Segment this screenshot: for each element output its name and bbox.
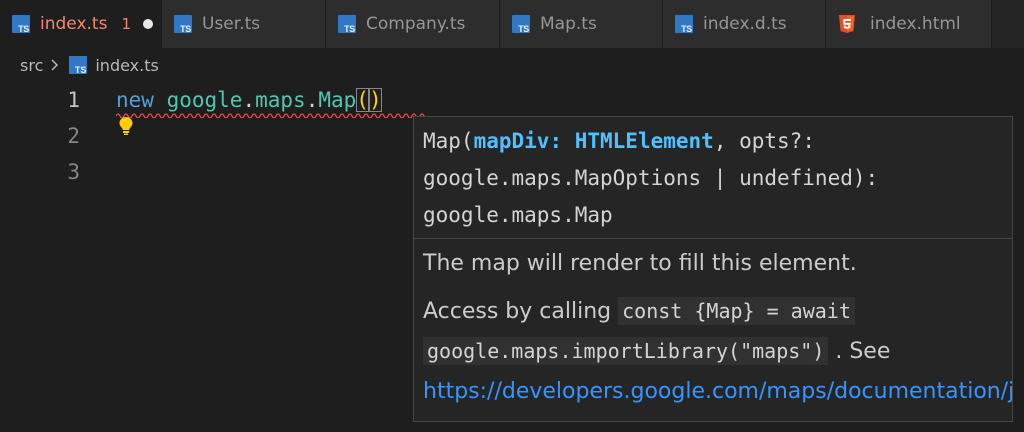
breadcrumb-file[interactable]: index.ts — [95, 56, 158, 75]
signature-text: google.maps.MapOptions | undefined): — [423, 166, 879, 190]
inline-code: const {Map} = await — [618, 297, 855, 325]
hover-divider — [414, 238, 1012, 239]
tab-label: index.html — [870, 14, 961, 34]
typescript-icon: TS — [512, 15, 530, 34]
problem-count-badge: 1 — [121, 15, 131, 33]
param-name: mapDiv — [473, 129, 550, 153]
signature-colon: : — [549, 129, 575, 153]
doc-link[interactable]: https://developers.google.com/maps/docum… — [423, 379, 1012, 404]
chevron-right-icon — [51, 59, 59, 71]
dot-token: . — [242, 88, 256, 112]
typescript-icon: TS — [675, 15, 693, 34]
doc-text-line: google.maps.importLibrary("maps") . See — [423, 337, 891, 365]
breadcrumb: src TS index.ts — [0, 48, 1024, 82]
tab-label: Company.ts — [366, 14, 466, 34]
tab-index-d-ts[interactable]: TS index.d.ts — [663, 0, 826, 48]
line-number: 1 — [67, 88, 80, 112]
tab-label: Map.ts — [540, 14, 597, 34]
namespace-token: google — [166, 88, 243, 112]
tab-company-ts[interactable]: TS Company.ts — [326, 0, 500, 48]
tab-index-html[interactable]: index.html — [826, 0, 992, 48]
typescript-icon: TS — [174, 15, 192, 34]
open-paren-token: ( — [356, 88, 369, 112]
typescript-icon: TS — [12, 15, 30, 34]
unsaved-dot-icon[interactable] — [142, 19, 153, 29]
tab-user-ts[interactable]: TS User.ts — [162, 0, 326, 48]
line-number: 2 — [67, 124, 80, 148]
keyword-token: new — [116, 88, 154, 112]
namespace-token: maps — [255, 88, 306, 112]
typescript-icon: TS — [338, 15, 356, 34]
html5-icon — [839, 15, 855, 33]
signature-text: , opts?: — [713, 129, 815, 153]
tab-label: User.ts — [202, 14, 261, 34]
tab-index-ts[interactable]: TS index.ts 1 — [0, 0, 162, 48]
editor-tab-bar: TS index.ts 1 TS User.ts TS Company.ts T… — [0, 0, 1024, 48]
close-paren-token: ) — [368, 88, 382, 112]
tab-label: index.ts — [40, 14, 108, 34]
inline-code: google.maps.importLibrary("maps") — [423, 337, 829, 365]
signature-text: google.maps.Map — [423, 203, 613, 227]
signature-text: Map( — [423, 129, 474, 153]
param-type: HTMLElement — [574, 129, 714, 153]
signature-block: Map(mapDiv: HTMLElement, opts?: google.m… — [423, 123, 1003, 234]
doc-text: . See — [835, 339, 891, 364]
hover-tooltip: Map(mapDiv: HTMLElement, opts?: google.m… — [413, 116, 1013, 422]
doc-text-line: Access by calling const {Map} = await — [423, 297, 855, 325]
dot-token: . — [305, 88, 319, 112]
line-number: 3 — [67, 160, 80, 184]
error-squiggle — [116, 113, 429, 118]
doc-text: The map will render to fill this element… — [423, 251, 857, 276]
doc-text: Access by calling — [423, 299, 612, 324]
typescript-icon: TS — [69, 56, 88, 75]
tab-map-ts[interactable]: TS Map.ts — [500, 0, 663, 48]
breadcrumb-folder[interactable]: src — [20, 56, 43, 75]
class-token: Map — [318, 88, 357, 112]
tab-label: index.d.ts — [703, 14, 787, 34]
lightbulb-icon[interactable] — [118, 116, 134, 136]
